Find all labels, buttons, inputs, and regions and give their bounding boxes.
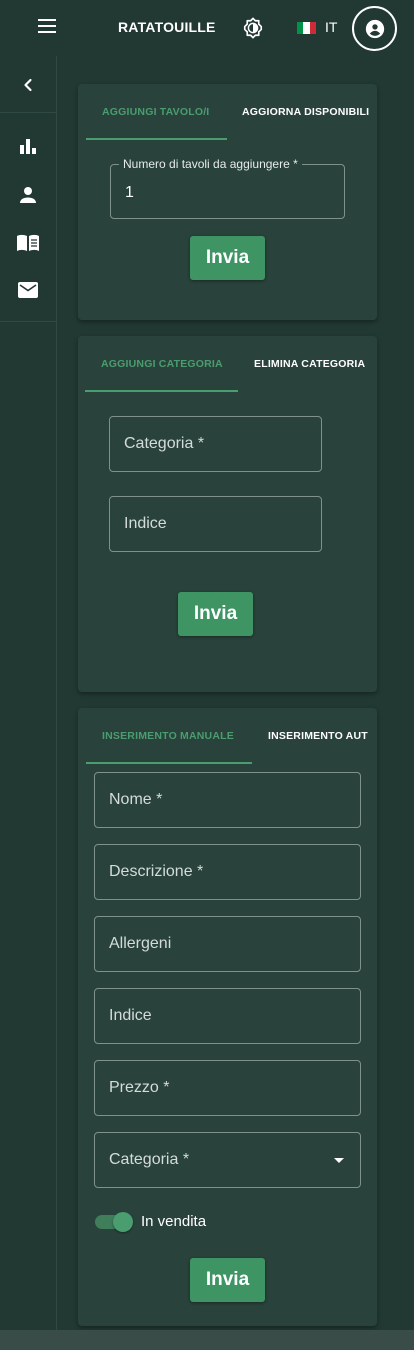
product-category-select[interactable]: Categoria * — [94, 1132, 361, 1188]
category-index-placeholder: Indice — [124, 515, 167, 532]
product-price-field[interactable]: Prezzo * — [94, 1060, 361, 1116]
product-index-field[interactable]: Indice — [94, 988, 361, 1044]
product-description-placeholder: Descrizione * — [109, 863, 204, 880]
product-category-placeholder: Categoria * — [109, 1151, 190, 1168]
product-allergens-field[interactable]: Allergeni — [94, 916, 361, 972]
product-name-field[interactable]: Nome * — [94, 772, 361, 828]
category-name-field[interactable]: Categoria * — [109, 416, 322, 472]
product-description-field[interactable]: Descrizione * — [94, 844, 361, 900]
app-bar: RATATOUILLE IT — [0, 0, 414, 56]
rail-item-users[interactable] — [16, 183, 40, 207]
category-name-placeholder: Categoria * — [124, 435, 205, 452]
tab-manual-insert[interactable]: INSERIMENTO MANUALE — [102, 708, 234, 764]
account-button[interactable] — [352, 6, 397, 51]
active-tab-indicator — [86, 762, 252, 764]
active-tab-indicator — [85, 390, 238, 392]
chevron-left-icon — [24, 78, 32, 92]
category-card: AGGIUNGI CATEGORIA ELIMINA CATEGORIA Cat… — [78, 336, 377, 692]
tables-card: AGGIUNGI TAVOLO/I AGGIORNA DISPONIBILI N… — [78, 84, 377, 320]
bar-chart-icon — [20, 139, 36, 154]
rail-divider — [0, 112, 57, 113]
submit-tables-button[interactable]: Invia — [190, 236, 265, 280]
tables-count-value[interactable]: 1 — [125, 184, 134, 202]
side-navigation-rail — [0, 56, 57, 1330]
tables-tabs: AGGIUNGI TAVOLO/I AGGIORNA DISPONIBILI — [78, 84, 377, 140]
toggle-thumb — [113, 1212, 133, 1232]
app-title: RATATOUILLE — [118, 19, 216, 35]
tab-update-availability[interactable]: AGGIORNA DISPONIBILI — [242, 84, 369, 140]
language-label[interactable]: IT — [325, 19, 337, 35]
active-tab-indicator — [86, 138, 227, 140]
tables-count-label: Numero di tavoli da aggiungere * — [119, 157, 302, 171]
bottom-scrollbar[interactable] — [0, 1330, 414, 1350]
for-sale-toggle[interactable] — [95, 1212, 133, 1232]
tab-add-category[interactable]: AGGIUNGI CATEGORIA — [101, 336, 223, 392]
rail-item-messages[interactable] — [16, 278, 40, 302]
menu-book-icon — [17, 234, 39, 251]
product-price-placeholder: Prezzo * — [109, 1079, 170, 1096]
for-sale-label: In vendita — [141, 1213, 207, 1230]
rail-item-menu[interactable] — [16, 231, 40, 255]
account-circle-icon — [365, 19, 384, 38]
product-tabs: INSERIMENTO MANUALE INSERIMENTO AUT — [78, 708, 377, 764]
mail-icon — [18, 282, 38, 298]
product-index-placeholder: Indice — [109, 1007, 152, 1024]
category-tabs: AGGIUNGI CATEGORIA ELIMINA CATEGORIA — [78, 336, 377, 392]
dropdown-arrow-icon — [334, 1158, 344, 1163]
collapse-rail-button[interactable] — [16, 73, 40, 97]
tab-auto-insert[interactable]: INSERIMENTO AUT — [268, 708, 368, 764]
tab-delete-category[interactable]: ELIMINA CATEGORIA — [254, 336, 365, 392]
category-index-field[interactable]: Indice — [109, 496, 322, 552]
submit-product-button[interactable]: Invia — [190, 1258, 265, 1302]
product-card: INSERIMENTO MANUALE INSERIMENTO AUT Nome… — [78, 708, 377, 1326]
submit-category-button[interactable]: Invia — [178, 592, 253, 636]
tab-add-tables[interactable]: AGGIUNGI TAVOLO/I — [102, 84, 209, 140]
hamburger-menu-icon[interactable] — [38, 19, 56, 33]
product-allergens-placeholder: Allergeni — [109, 935, 172, 952]
product-name-placeholder: Nome * — [109, 791, 163, 808]
rail-divider — [0, 321, 57, 322]
person-icon — [20, 187, 36, 203]
tables-count-field[interactable]: Numero di tavoli da aggiungere * 1 — [110, 157, 345, 219]
italian-flag-icon[interactable] — [297, 22, 316, 34]
brightness-icon[interactable] — [242, 17, 264, 39]
rail-item-statistics[interactable] — [16, 134, 40, 158]
